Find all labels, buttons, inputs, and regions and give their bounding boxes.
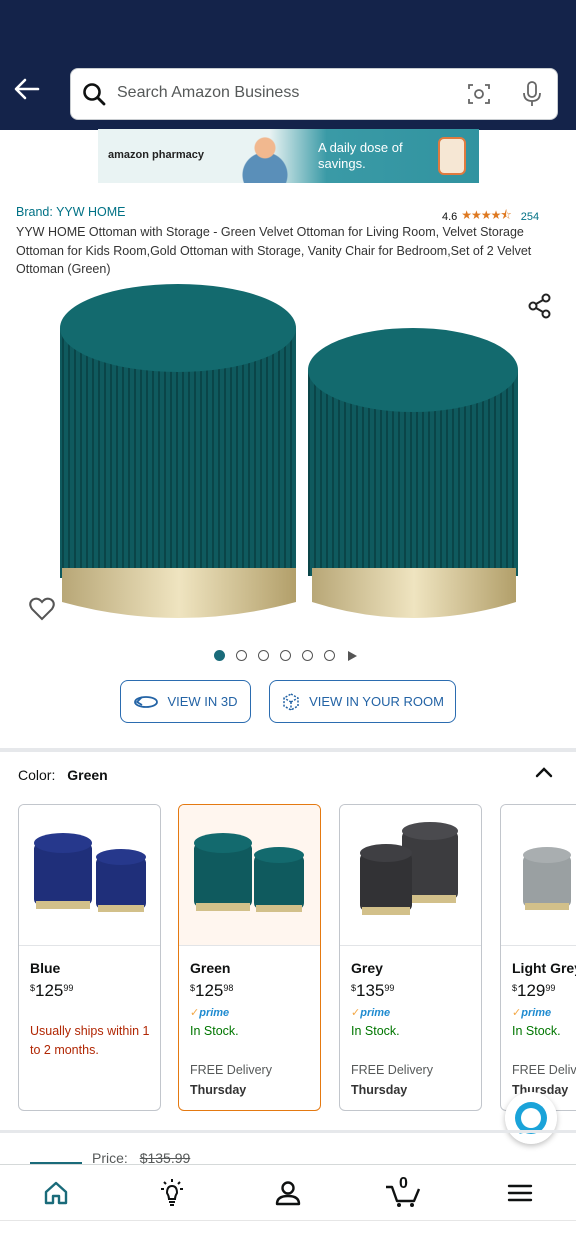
image-carousel-dots[interactable] xyxy=(214,650,357,661)
home-icon[interactable] xyxy=(40,1177,72,1209)
ottoman-thumbnail-image xyxy=(360,822,458,915)
search-icon xyxy=(83,83,106,106)
swatch-card-grey[interactable]: Grey $13599 ✓prime In Stock. FREE Delive… xyxy=(339,804,482,1111)
carousel-dot[interactable] xyxy=(324,650,335,661)
system-gesture-bar xyxy=(0,1220,576,1248)
banner-tagline: A daily dose of savings. xyxy=(318,140,403,171)
swatch-thumbnail xyxy=(179,805,320,946)
swatch-thumbnail xyxy=(19,805,160,946)
section-divider xyxy=(0,1130,576,1133)
prime-badge: ✓prime xyxy=(351,1007,391,1019)
alexa-assistant-icon[interactable] xyxy=(505,1092,557,1144)
section-divider xyxy=(0,748,576,752)
availability-text: In Stock. xyxy=(512,1024,561,1038)
swatch-name: Grey xyxy=(351,960,383,976)
rating-value: 4.6 xyxy=(442,210,458,223)
swatch-price: $12599 xyxy=(30,981,74,1000)
cart-count: 0 xyxy=(399,1175,408,1192)
availability-text: Usually ships within 1 to 2 months. xyxy=(30,1024,150,1057)
swatch-price: $13599 xyxy=(351,981,395,1000)
bottom-navigation: 0 xyxy=(0,1164,576,1220)
delivery-text: FREE Delivery xyxy=(351,1063,433,1077)
brand-link[interactable]: Brand: YYW HOME xyxy=(16,205,126,219)
ottoman-thumbnail-image xyxy=(34,833,146,912)
prime-badge: ✓prime xyxy=(512,1007,552,1019)
view-in-room-button[interactable]: VIEW IN YOUR ROOM xyxy=(269,680,456,723)
swatch-name: Light Grey xyxy=(512,960,576,976)
carousel-dot[interactable] xyxy=(214,650,225,661)
ottoman-thumbnail-image xyxy=(523,847,571,910)
delivery-text: FREE Delivery xyxy=(190,1063,272,1077)
swatch-card-blue[interactable]: Blue $12599 Usually ships within 1 to 2 … xyxy=(18,804,161,1111)
carousel-dot[interactable] xyxy=(302,650,313,661)
color-selector-header: Color: Green xyxy=(18,767,108,783)
heart-icon[interactable] xyxy=(28,595,56,623)
carousel-dot[interactable] xyxy=(258,650,269,661)
swatch-name: Green xyxy=(190,960,231,976)
ottoman-thumbnail-image xyxy=(194,833,304,912)
delivery-day: Thursday xyxy=(351,1083,408,1097)
share-icon[interactable] xyxy=(526,292,554,320)
cart-button[interactable]: 0 xyxy=(384,1175,424,1209)
color-swatch-list: Blue $12599 Usually ships within 1 to 2 … xyxy=(18,804,576,1112)
view-in-room-label: VIEW IN YOUR ROOM xyxy=(309,694,444,709)
swatch-price: $12999 xyxy=(512,981,556,1000)
swatch-price: $12598 xyxy=(190,981,234,1000)
delivery-day: Thursday xyxy=(190,1083,247,1097)
color-label: Color: xyxy=(18,767,56,783)
search-input[interactable]: Search Amazon Business xyxy=(70,68,558,120)
swatch-card-light-grey[interactable]: Light Grey $12999 ✓prime In Stock. FREE … xyxy=(500,804,576,1111)
video-play-icon[interactable] xyxy=(348,650,357,661)
chevron-up-icon[interactable] xyxy=(534,764,554,780)
swatch-name: Blue xyxy=(30,960,61,976)
rotate-3d-icon xyxy=(134,695,159,708)
product-image[interactable] xyxy=(56,282,524,632)
product-title: YYW HOME Ottoman with Storage - Green Ve… xyxy=(16,225,532,276)
banner-brand: amazon pharmacy xyxy=(108,149,204,161)
rating-count: 254 xyxy=(520,210,540,223)
swatch-thumbnail xyxy=(340,805,481,946)
lightbulb-icon[interactable] xyxy=(156,1177,188,1209)
menu-icon[interactable] xyxy=(504,1177,536,1209)
availability-text: In Stock. xyxy=(351,1024,400,1038)
pharmacy-ad-banner[interactable]: amazon pharmacy A daily dose of savings. xyxy=(98,129,479,183)
swatch-thumbnail xyxy=(501,805,576,946)
swatch-card-green[interactable]: Green $12598 ✓prime In Stock. FREE Deliv… xyxy=(178,804,321,1111)
view-in-3d-label: VIEW IN 3D xyxy=(167,694,238,709)
selected-color: Green xyxy=(67,767,108,783)
back-arrow-icon[interactable] xyxy=(12,74,42,104)
ar-cube-icon xyxy=(283,692,299,711)
status-bar xyxy=(0,0,576,60)
microphone-icon[interactable] xyxy=(521,80,543,108)
view-in-3d-button[interactable]: VIEW IN 3D xyxy=(120,680,251,723)
pill-bottle-icon xyxy=(438,137,466,175)
search-placeholder: Search Amazon Business xyxy=(117,84,300,101)
availability-text: In Stock. xyxy=(190,1024,239,1038)
carousel-dot[interactable] xyxy=(280,650,291,661)
prime-badge: ✓prime xyxy=(190,1007,230,1019)
account-icon[interactable] xyxy=(272,1177,304,1209)
camera-scan-icon[interactable] xyxy=(467,82,491,106)
carousel-dot[interactable] xyxy=(236,650,247,661)
search-bar: Search Amazon Business xyxy=(0,60,576,130)
delivery-text: FREE Delivery xyxy=(512,1063,576,1077)
banner-person-image xyxy=(235,129,295,183)
